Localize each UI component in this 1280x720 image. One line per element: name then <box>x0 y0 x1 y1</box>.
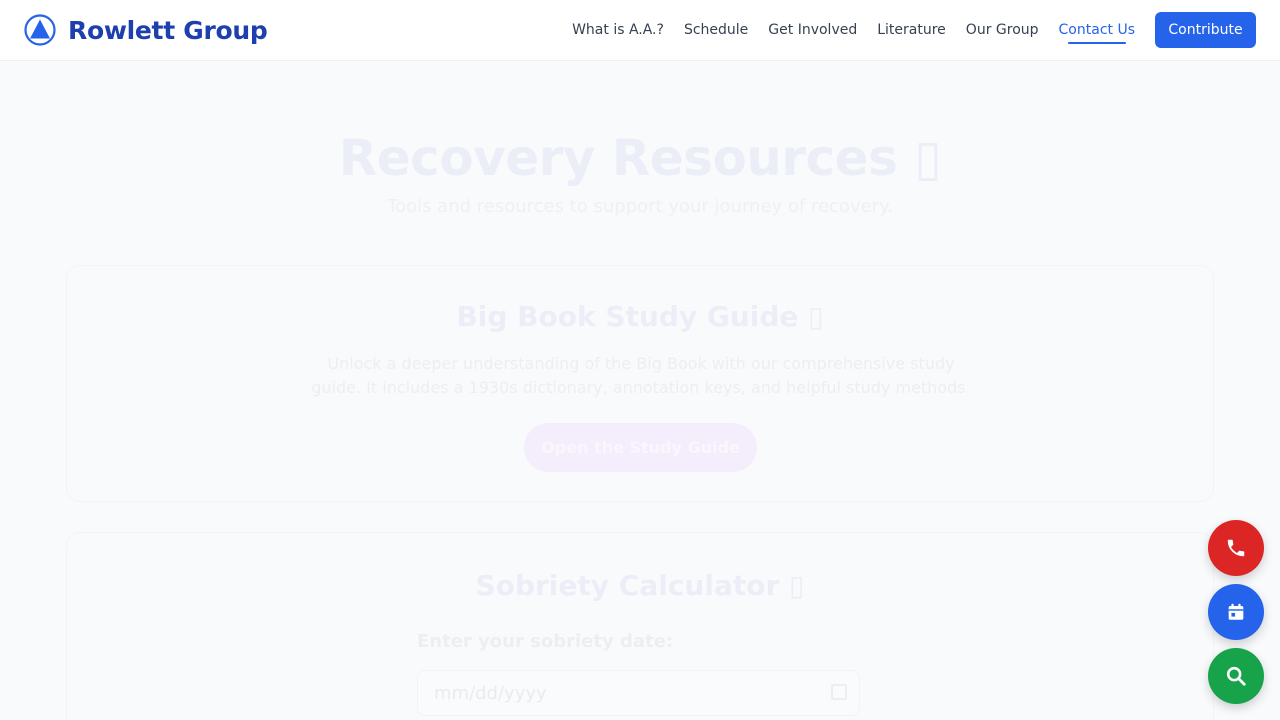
contribute-button[interactable]: Contribute <box>1155 12 1256 48</box>
open-study-guide-button[interactable]: Open the Study Guide <box>524 423 757 472</box>
nav-item-what-is-aa[interactable]: What is A.A.? <box>572 22 664 38</box>
sobriety-date-label: Enter your sobriety date: <box>417 631 673 652</box>
date-picker-icon[interactable] <box>831 684 847 700</box>
call-fab-button[interactable] <box>1208 520 1264 576</box>
sobriety-calculator-title: Sobriety Calculator ▯ <box>475 569 805 602</box>
phone-icon <box>1227 539 1245 557</box>
page-subtitle: Tools and resources to support your jour… <box>387 196 893 217</box>
search-fab-button[interactable] <box>1208 648 1264 704</box>
brand-name: Rowlett Group <box>68 15 268 45</box>
main-nav: What is A.A.? Schedule Get Involved Lite… <box>552 0 1135 60</box>
study-guide-description: Unlock a deeper understanding of the Big… <box>311 354 971 397</box>
hero-section: Recovery Resources ▯ Tools and resources… <box>0 120 1280 217</box>
sobriety-calculator-card: Sobriety Calculator ▯ Enter your sobriet… <box>66 532 1214 720</box>
page-title: Recovery Resources ▯ <box>338 129 942 187</box>
nav-item-our-group[interactable]: Our Group <box>966 22 1039 38</box>
study-guide-title: Big Book Study Guide ▯ <box>456 300 824 333</box>
calendar-icon <box>1228 603 1244 620</box>
search-icon <box>1226 666 1246 686</box>
nav-item-literature[interactable]: Literature <box>877 22 946 38</box>
date-placeholder: mm/dd/yyyy <box>434 682 547 704</box>
triangle-circle-logo-icon <box>24 14 56 46</box>
sobriety-date-input[interactable]: mm/dd/yyyy <box>417 670 860 716</box>
brand-link[interactable]: Rowlett Group <box>24 14 268 46</box>
study-guide-card: Big Book Study Guide ▯ Unlock a deeper u… <box>66 265 1214 502</box>
nav-item-contact-us[interactable]: Contact Us <box>1059 22 1135 44</box>
nav-item-get-involved[interactable]: Get Involved <box>768 22 857 38</box>
top-navbar: Rowlett Group What is A.A.? Schedule Get… <box>0 0 1280 61</box>
schedule-fab-button[interactable] <box>1208 584 1264 640</box>
nav-item-schedule[interactable]: Schedule <box>684 22 748 38</box>
